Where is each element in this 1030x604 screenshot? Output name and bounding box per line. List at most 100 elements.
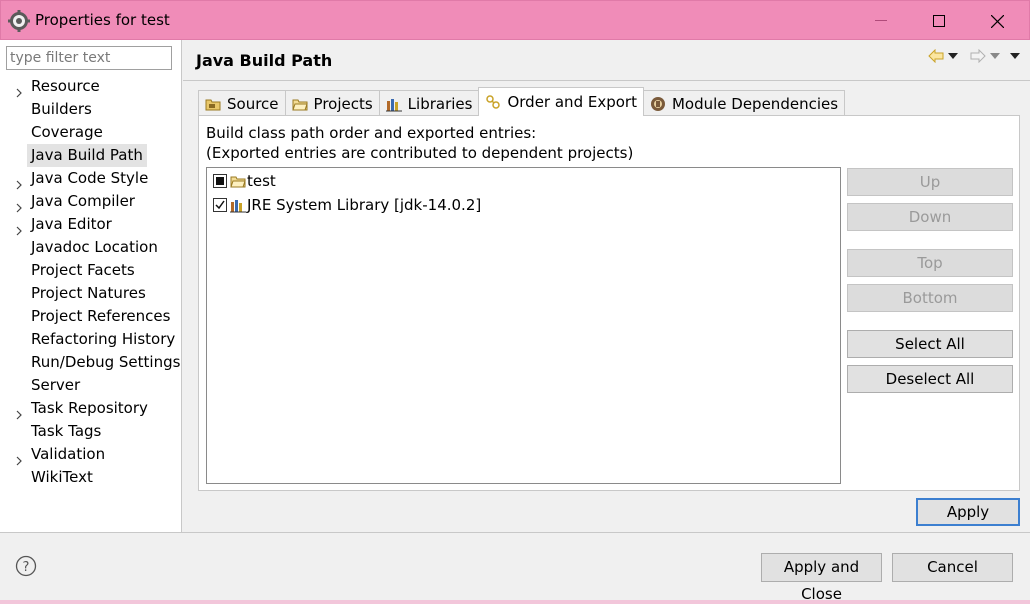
chevron-right-icon[interactable]: [14, 197, 24, 213]
sidebar-item-label: Java Compiler: [31, 192, 135, 210]
close-button[interactable]: [968, 1, 1026, 41]
cancel-button[interactable]: Cancel: [892, 553, 1013, 582]
order-export-panel: Build class path order and exported entr…: [198, 115, 1020, 491]
sidebar-item-java-build-path[interactable]: Java Build Path: [0, 144, 182, 167]
project-folder-icon: [291, 96, 308, 112]
tab-bar: Source Projects Libraries Order and Expo…: [198, 87, 846, 116]
help-icon[interactable]: ?: [15, 555, 37, 577]
minimize-button[interactable]: [852, 1, 910, 41]
sidebar-item-label: Java Build Path: [27, 144, 147, 167]
property-tree: Resource Builders Coverage Java Build Pa…: [0, 75, 182, 489]
page-navigation: [928, 49, 1020, 63]
source-folder-icon: [205, 96, 221, 112]
sidebar-item-run-debug-settings[interactable]: Run/Debug Settings: [0, 351, 182, 374]
chevron-right-icon[interactable]: [14, 174, 24, 190]
tab-label: Libraries: [407, 94, 473, 113]
footer-separator: [0, 532, 1030, 533]
sidebar-item-project-facets[interactable]: Project Facets: [0, 259, 182, 282]
order-export-icon: [485, 94, 501, 110]
sidebar-item-task-repository[interactable]: Task Repository: [0, 397, 182, 420]
sidebar-item-label: Javadoc Location: [31, 238, 158, 256]
sidebar-item-resource[interactable]: Resource: [0, 75, 182, 98]
description-line: (Exported entries are contributed to dep…: [206, 144, 634, 162]
deselect-all-button[interactable]: Deselect All: [847, 365, 1013, 393]
chevron-right-icon[interactable]: [14, 82, 24, 98]
sidebar-item-label: Run/Debug Settings: [31, 353, 181, 371]
tab-libraries[interactable]: Libraries: [378, 90, 480, 116]
maximize-button[interactable]: [910, 1, 968, 41]
module-icon: [650, 96, 666, 112]
project-folder-icon: [230, 173, 246, 189]
sidebar-item-project-references[interactable]: Project References: [0, 305, 182, 328]
title-bar[interactable]: Properties for test: [0, 0, 1030, 40]
tab-label: Module Dependencies: [671, 94, 839, 113]
minimize-icon: [875, 20, 887, 22]
sidebar-item-coverage[interactable]: Coverage: [0, 121, 182, 144]
sidebar-item-java-editor[interactable]: Java Editor: [0, 213, 182, 236]
property-page: Java Build Path Source Projects Librarie…: [183, 40, 1030, 532]
sidebar-item-label: Resource: [31, 77, 100, 95]
close-icon: [990, 14, 1004, 28]
export-checkbox[interactable]: [213, 174, 227, 188]
sidebar-item-label: Server: [31, 376, 81, 394]
sidebar-item-label: Builders: [31, 100, 92, 118]
list-item[interactable]: JRE System Library [jdk-14.0.2]: [213, 194, 481, 216]
eclipse-gear-icon: [8, 10, 30, 32]
tab-order-and-export[interactable]: Order and Export: [478, 87, 644, 116]
apply-button[interactable]: Apply: [916, 498, 1020, 526]
entry-label: JRE System Library [jdk-14.0.2]: [247, 196, 482, 214]
back-arrow-icon[interactable]: [928, 49, 944, 63]
maximize-icon: [933, 15, 945, 27]
up-button[interactable]: Up: [847, 168, 1013, 196]
chevron-right-icon[interactable]: [14, 404, 24, 420]
list-item[interactable]: test: [213, 170, 276, 192]
sidebar-item-label: Project Natures: [31, 284, 146, 302]
svg-text:?: ?: [23, 560, 30, 575]
export-checkbox[interactable]: [213, 198, 227, 212]
sidebar-item-wikitext[interactable]: WikiText: [0, 466, 182, 489]
chevron-right-icon[interactable]: [14, 450, 24, 466]
sidebar-item-javadoc-location[interactable]: Javadoc Location: [0, 236, 182, 259]
sidebar-item-project-natures[interactable]: Project Natures: [0, 282, 182, 305]
sidebar-item-refactoring-history[interactable]: Refactoring History: [0, 328, 182, 351]
select-all-button[interactable]: Select All: [847, 330, 1013, 358]
sidebar-item-task-tags[interactable]: Task Tags: [0, 420, 182, 443]
page-title: Java Build Path: [196, 51, 333, 70]
title-separator: [183, 80, 1030, 81]
sidebar-item-label: Refactoring History: [31, 330, 176, 348]
sidebar-item-label: Project Facets: [31, 261, 135, 279]
tab-label: Source: [227, 94, 279, 113]
apply-and-close-button[interactable]: Apply and Close: [761, 553, 882, 603]
view-menu-icon[interactable]: [1010, 53, 1020, 59]
sidebar: Resource Builders Coverage Java Build Pa…: [0, 40, 182, 532]
tab-source[interactable]: Source: [198, 90, 286, 116]
classpath-entries-list[interactable]: test JRE System Library [jdk-14.0.2]: [206, 167, 841, 484]
window-bottom-edge: [0, 600, 1030, 604]
top-button[interactable]: Top: [847, 249, 1013, 277]
sidebar-item-label: Project References: [31, 307, 171, 325]
sidebar-item-server[interactable]: Server: [0, 374, 182, 397]
tab-module-dependencies[interactable]: Module Dependencies: [642, 90, 846, 116]
back-dropdown-icon[interactable]: [948, 53, 958, 59]
tab-label: Projects: [313, 94, 373, 113]
sidebar-item-label: WikiText: [31, 468, 93, 486]
bottom-button[interactable]: Bottom: [847, 284, 1013, 312]
sidebar-item-label: Java Code Style: [31, 169, 149, 187]
sidebar-item-label: Task Tags: [31, 422, 102, 440]
sidebar-item-validation[interactable]: Validation: [0, 443, 182, 466]
library-icon: [385, 96, 402, 112]
description-line: Build class path order and exported entr…: [206, 124, 537, 142]
down-button[interactable]: Down: [847, 203, 1013, 231]
sidebar-item-java-compiler[interactable]: Java Compiler: [0, 190, 182, 213]
forward-arrow-icon[interactable]: [970, 49, 986, 63]
window-title: Properties for test: [35, 11, 170, 29]
chevron-right-icon[interactable]: [14, 220, 24, 236]
forward-dropdown-icon[interactable]: [990, 53, 1000, 59]
sidebar-item-builders[interactable]: Builders: [0, 98, 182, 121]
sidebar-item-label: Java Editor: [31, 215, 112, 233]
entry-label: test: [247, 172, 276, 190]
tab-projects[interactable]: Projects: [284, 90, 380, 116]
sidebar-item-java-code-style[interactable]: Java Code Style: [0, 167, 182, 190]
panel-description: Build class path order and exported entr…: [206, 123, 633, 163]
filter-input[interactable]: [6, 46, 172, 70]
